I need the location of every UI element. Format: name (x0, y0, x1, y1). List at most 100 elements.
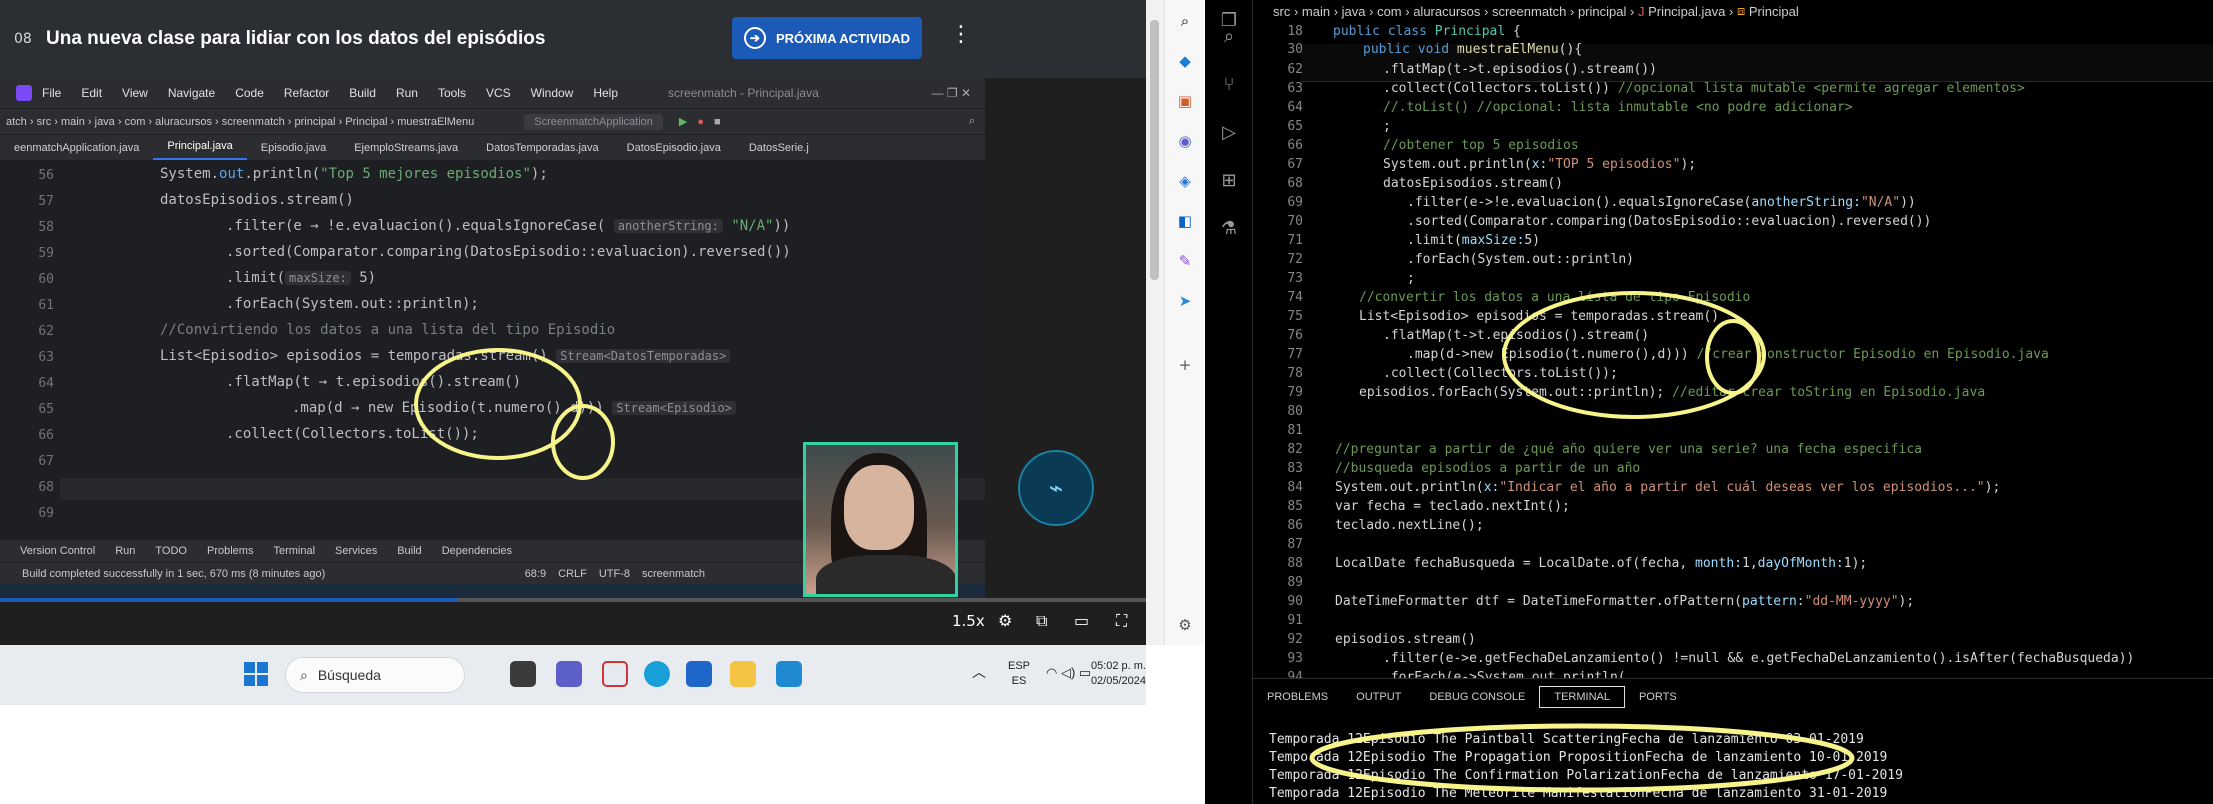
ide-menubar: File Edit View Navigate Code Refactor Bu… (0, 78, 985, 108)
snipping-tool-icon[interactable] (602, 661, 628, 687)
people-icon[interactable]: ◉ (1176, 132, 1194, 150)
code-line: System.out.println("Top 5 mejores episod… (160, 166, 548, 182)
tool-terminal: Terminal (273, 545, 316, 557)
line-number: 58 (38, 220, 54, 235)
line-number: 61 (38, 298, 54, 313)
tools-icon[interactable]: ▣ (1176, 92, 1194, 110)
teams-icon[interactable] (556, 661, 582, 687)
clock[interactable]: 05:02 p. m. 02/05/2024 (1090, 659, 1146, 689)
vscode-taskbar-icon[interactable] (776, 661, 802, 687)
panel-tab-terminal[interactable]: TERMINAL (1539, 685, 1625, 708)
code-line: var fecha = teclado.nextInt(); (1335, 499, 1570, 514)
line-number: 78 (1287, 366, 1303, 381)
line-number: 73 (1287, 271, 1303, 286)
terminal[interactable]: Temporada 12Episodio The Paintball Scatt… (1253, 714, 2213, 804)
tool-version-control: Version Control (20, 545, 96, 557)
shopping-tag-icon[interactable]: ◆ (1176, 52, 1194, 70)
search-icon[interactable]: ⌕ (1218, 26, 1240, 48)
search-icon[interactable]: ⌕ (1176, 12, 1194, 30)
designer-icon[interactable]: ✎ (1176, 252, 1194, 270)
outlook-icon[interactable]: ◧ (1176, 212, 1194, 230)
extensions-icon[interactable]: ⊞ (1218, 170, 1240, 192)
code-line: LocalDate fechaBusqueda = LocalDate.of(f… (1335, 556, 1868, 571)
line-number: 89 (1287, 575, 1303, 590)
playback-speed[interactable]: 1.5x (952, 610, 985, 632)
code-line: //busqueda episodios a partir de un año (1335, 461, 1641, 476)
terminal-line: Temporada 12Episodio The Confirmation Po… (1269, 768, 1903, 783)
clock-time: 05:02 p. m. (1090, 660, 1146, 672)
testing-flask-icon[interactable]: ⚗ (1218, 218, 1240, 240)
fullscreen-icon[interactable]: ⛶ (1116, 610, 1127, 632)
line-number: 92 (1287, 632, 1303, 647)
task-view-icon[interactable] (510, 661, 536, 687)
ide-menu-navigate: Navigate (167, 86, 216, 100)
language-indicator[interactable]: ESP ES (1008, 659, 1030, 689)
scrollbar-thumb[interactable] (1150, 20, 1159, 280)
terminal-line: Temporada 12Episodio The Meteorite Manif… (1269, 786, 1888, 801)
microsoft-store-icon[interactable] (686, 661, 712, 687)
panel-tab-debug-console[interactable]: DEBUG CONSOLE (1415, 687, 1539, 707)
project-name: screenmatch (642, 567, 705, 580)
line-number: 80 (1287, 404, 1303, 419)
panel-tab-ports[interactable]: PORTS (1625, 687, 1691, 707)
send-icon[interactable]: ➤ (1176, 292, 1194, 310)
ide-tab: eenmatchApplication.java (14, 142, 140, 154)
edge-browser-icon[interactable] (644, 661, 670, 687)
run-debug-icon[interactable]: ▷ (1218, 122, 1240, 144)
line-number: 82 (1287, 442, 1303, 457)
breadcrumb-item[interactable]: src (1273, 4, 1290, 19)
vscode-editor[interactable]: 18 public class Principal { 30 public vo… (1253, 22, 2213, 678)
ide-menu-file: File (42, 86, 62, 100)
tool-todo: TODO (155, 545, 187, 557)
video-progress-track[interactable] (0, 598, 1146, 602)
breadcrumb-item[interactable]: principal (1578, 4, 1626, 19)
breadcrumb-item[interactable]: java (1342, 4, 1366, 19)
line-number: 71 (1287, 233, 1303, 248)
instructor-webcam (803, 442, 958, 597)
line-number: 63 (1287, 81, 1303, 96)
next-activity-button[interactable]: ➔ PRÓXIMA ACTIVIDAD (732, 17, 922, 59)
build-status-message: Build completed successfully in 1 sec, 6… (22, 567, 326, 580)
ide-menu-code: Code (235, 86, 264, 100)
line-number: 87 (1287, 537, 1303, 552)
code-line: .flatMap(t → t.episodios().stream() (226, 374, 522, 390)
windows-start-icon[interactable] (244, 662, 268, 686)
line-number: 74 (1287, 290, 1303, 305)
page-scrollbar[interactable] (1146, 0, 1164, 645)
ide-menu-help: Help (593, 86, 619, 100)
tray-chevron-icon[interactable]: ︿ (972, 665, 986, 680)
terminal-line: Temporada 12Episodio The Paintball Scatt… (1269, 732, 1864, 747)
code-line: .forEach(e->System.out.println( (1383, 670, 1626, 678)
ide-breadcrumb-text: atch › src › main › java › com › aluracu… (6, 115, 475, 128)
settings-gear-icon[interactable]: ⚙ (1176, 616, 1194, 634)
breadcrumb-item[interactable]: main (1302, 4, 1330, 19)
intellij-logo-icon (16, 85, 32, 101)
line-number: 60 (38, 272, 54, 287)
code-line: .collect(Collectors.toList()); (226, 426, 479, 442)
code-line: //preguntar a partir de ¿qué año quiere … (1335, 442, 1922, 457)
breadcrumb-item[interactable]: aluracursos (1413, 4, 1480, 19)
ide-tabbar: eenmatchApplication.java Principal.java … (0, 134, 985, 160)
panel-tab-problems[interactable]: PROBLEMS (1253, 687, 1342, 707)
theater-mode-icon[interactable]: ▭ (1074, 610, 1089, 632)
wifi-volume-icons[interactable]: ◠ ◁) ▭ (1046, 665, 1091, 680)
taskbar-search[interactable]: ⌕ Búsqueda (285, 657, 465, 693)
breadcrumb-item[interactable]: com (1377, 4, 1402, 19)
screen: 08 Una nueva clase para lidiar con los d… (0, 0, 2213, 804)
more-options-icon[interactable]: ⋮ (950, 22, 972, 47)
breadcrumb-symbol[interactable]: Principal (1749, 4, 1799, 19)
line-number: 94 (1287, 670, 1303, 678)
ide-project-title: screenmatch - Principal.java (668, 86, 819, 100)
file-explorer-icon[interactable] (730, 661, 756, 687)
panel-tab-output[interactable]: OUTPUT (1342, 687, 1415, 707)
add-icon[interactable]: + (1176, 356, 1194, 374)
line-number: 65 (1287, 119, 1303, 134)
settings-gear-icon[interactable]: ⚙ (998, 610, 1012, 632)
breadcrumb-item[interactable]: screenmatch (1492, 4, 1566, 19)
office-icon[interactable]: ◈ (1176, 172, 1194, 190)
breadcrumb-file[interactable]: Principal.java (1648, 4, 1725, 19)
code-line: datosEpisodios.stream() (1383, 176, 1564, 191)
picture-in-picture-icon[interactable]: ⧉ (1036, 610, 1047, 632)
line-number: 63 (38, 350, 54, 365)
source-control-icon[interactable]: ⑂ (1218, 74, 1240, 96)
